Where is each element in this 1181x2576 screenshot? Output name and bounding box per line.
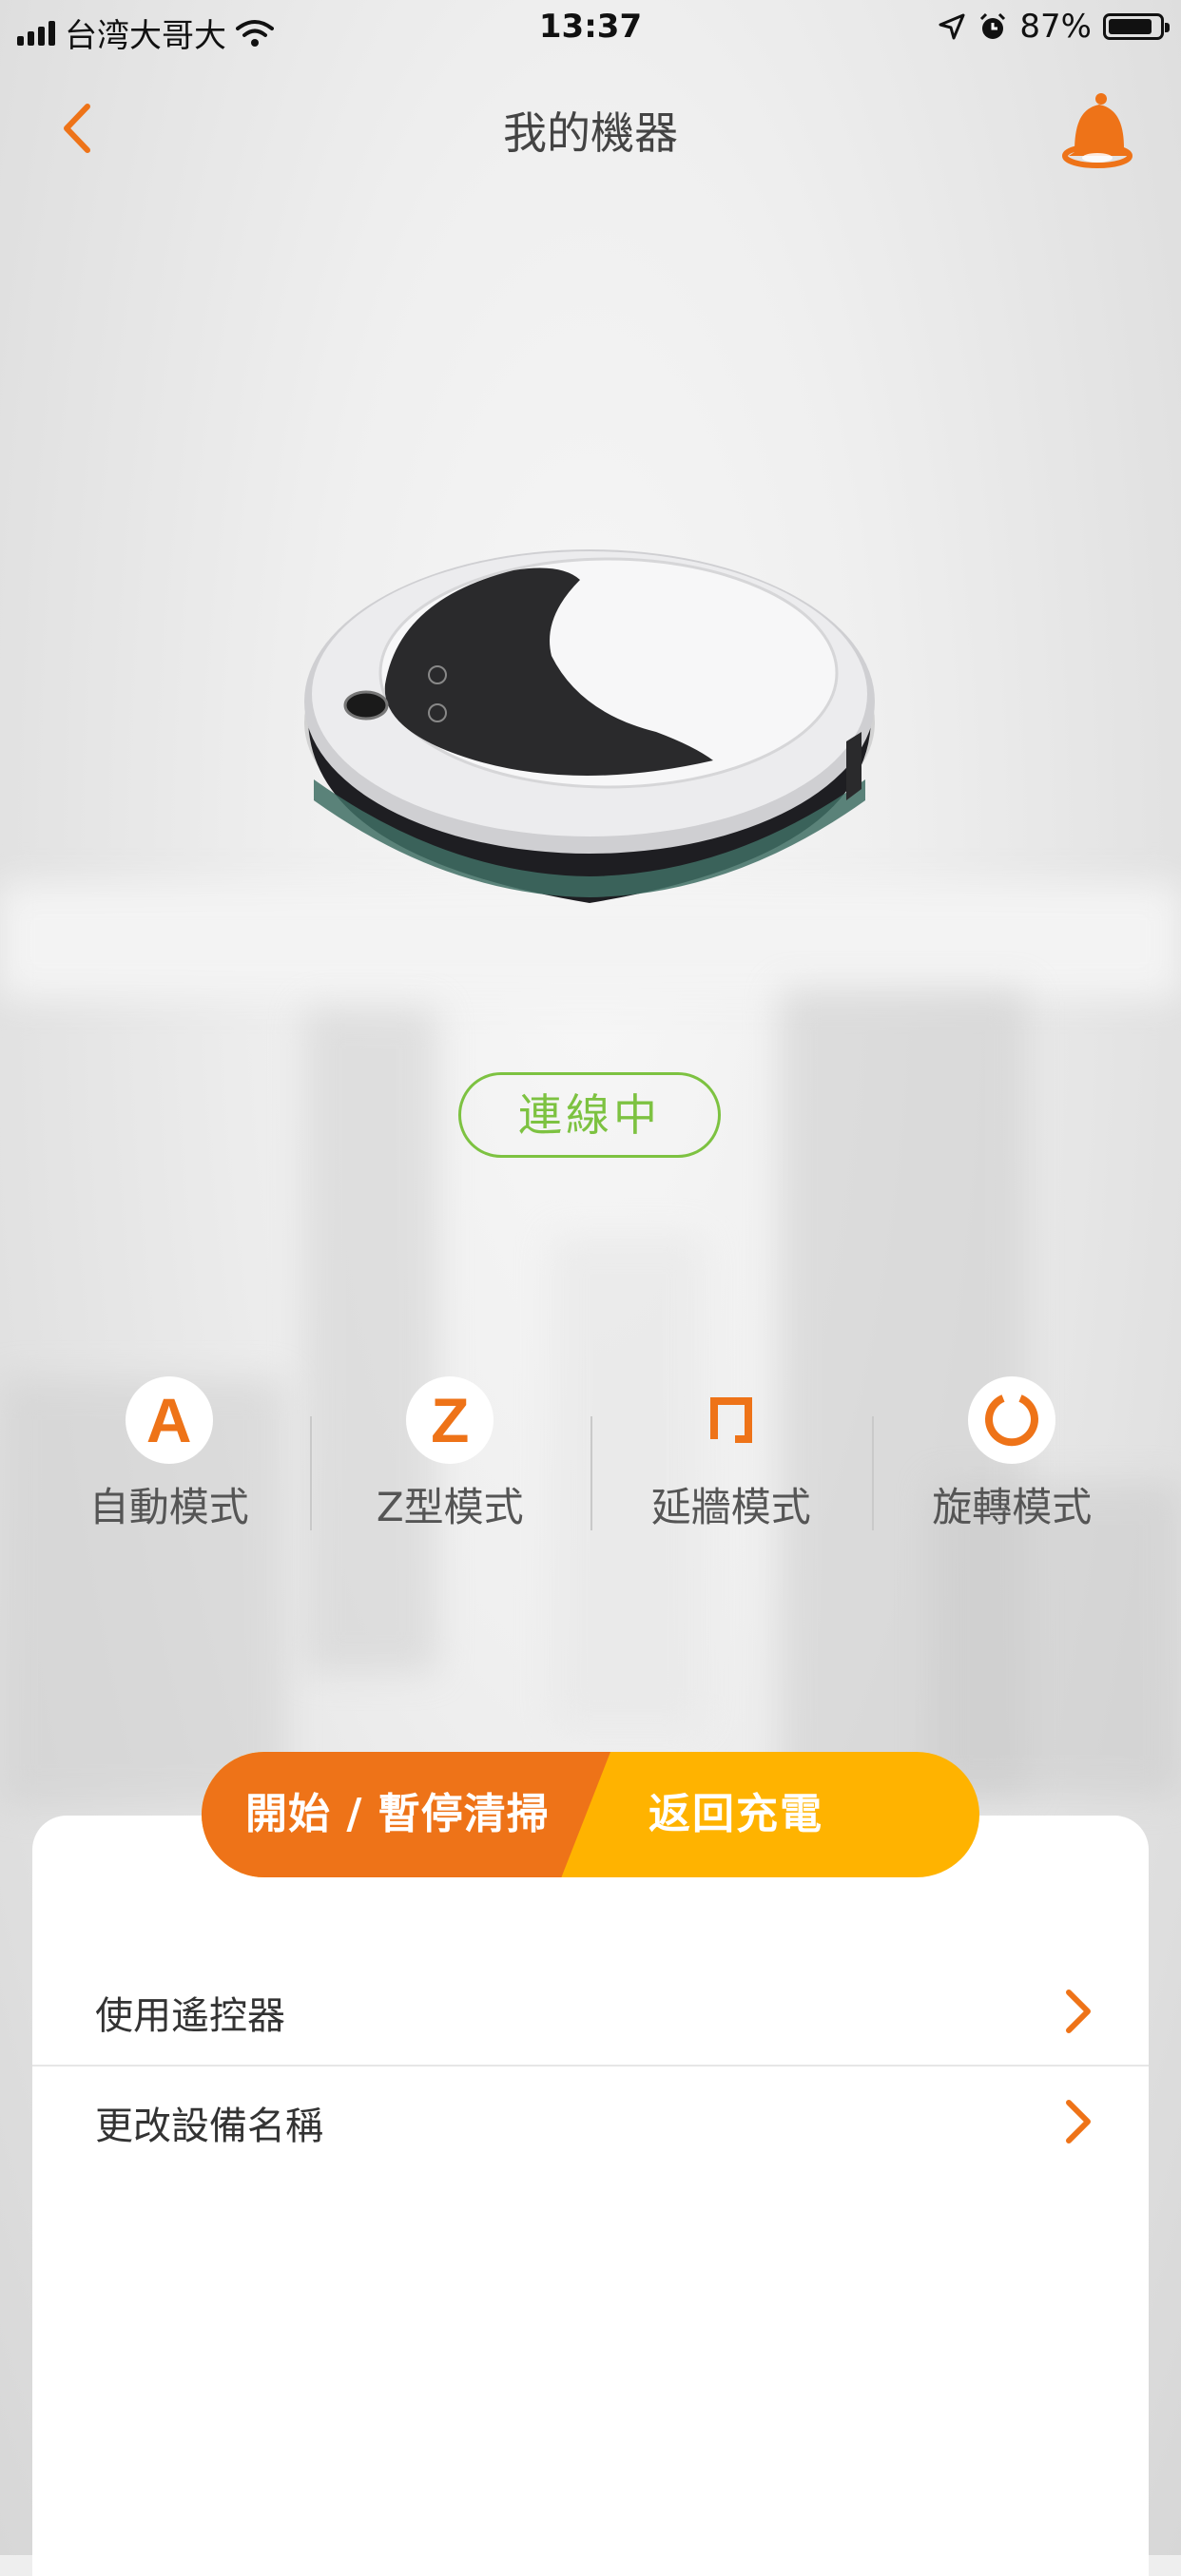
bell-icon[interactable] <box>1057 87 1143 173</box>
auto-mode-glyph: A <box>145 1385 192 1455</box>
mode-spiral[interactable]: 旋轉模式 <box>871 1369 1153 1540</box>
nav-bar: 我的機器 <box>0 76 1181 181</box>
status-bar: 台湾大哥大 13:37 87% <box>0 0 1181 61</box>
chevron-right-icon <box>1066 1990 1091 2033</box>
mode-auto[interactable]: A 自動模式 <box>29 1369 310 1540</box>
alarm-icon <box>980 12 1006 39</box>
location-arrow-icon <box>939 13 965 40</box>
spiral-mode-icon <box>968 1376 1056 1464</box>
wall-mode-icon <box>687 1376 775 1464</box>
z-mode-icon: Z <box>406 1376 494 1464</box>
menu-item-label: 使用遙控器 <box>95 1994 285 2038</box>
settings-card: 使用遙控器 更改設備名稱 <box>32 1816 1149 2576</box>
connection-status-badge: 連線中 <box>458 1072 721 1158</box>
menu-item-rename-device[interactable]: 更改設備名稱 <box>32 2068 1149 2175</box>
action-button-group: 開始 / 暫停清掃 返回充電 <box>202 1752 979 1877</box>
menu-item-label: 更改設備名稱 <box>95 2105 323 2148</box>
robot-vacuum-image <box>304 549 875 903</box>
chevron-right-icon <box>1066 2100 1091 2143</box>
wall-follow-icon <box>709 1397 752 1443</box>
z-mode-glyph: Z <box>431 1385 470 1455</box>
auto-mode-icon: A <box>125 1376 213 1464</box>
start-pause-button[interactable]: 開始 / 暫停清掃 <box>202 1752 610 1877</box>
battery-fill <box>1109 19 1152 34</box>
return-charge-button[interactable]: 返回充電 <box>571 1752 979 1877</box>
mode-label: Z型模式 <box>376 1484 524 1530</box>
battery-icon <box>1103 13 1170 40</box>
mode-z-pattern[interactable]: Z Z型模式 <box>309 1369 591 1540</box>
mode-label: 自動模式 <box>88 1484 249 1530</box>
mode-wall-follow[interactable]: 延牆模式 <box>590 1369 872 1540</box>
start-pause-label: 開始 / 暫停清掃 <box>245 1790 550 1838</box>
menu-item-remote-control[interactable]: 使用遙控器 <box>32 1958 1149 2067</box>
mode-label: 延牆模式 <box>650 1484 811 1530</box>
page-title: 我的機器 <box>503 107 678 159</box>
battery-percent: 87% <box>1019 8 1092 46</box>
mode-label: 旋轉模式 <box>932 1484 1093 1530</box>
return-charge-label: 返回充電 <box>649 1790 823 1838</box>
rotation-icon <box>985 1394 1039 1447</box>
cleaning-mode-bar: A 自動模式 Z Z型模式 延牆模式 旋轉模式 <box>29 1369 1152 1540</box>
